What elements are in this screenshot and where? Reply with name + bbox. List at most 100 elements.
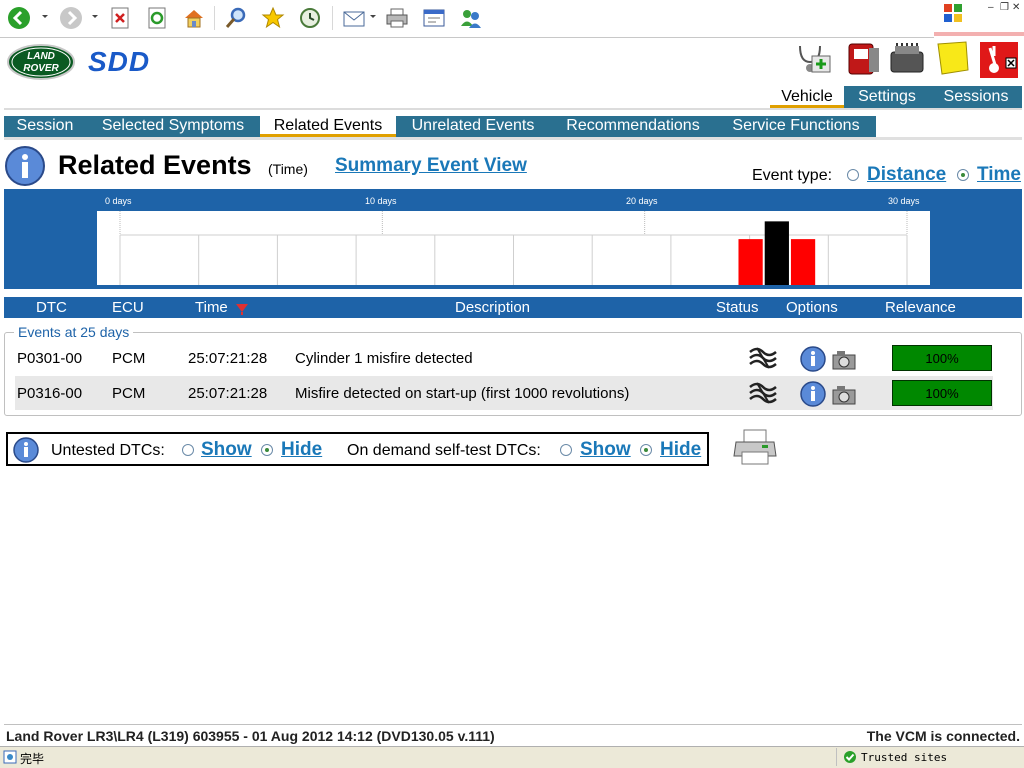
stop-icon[interactable] bbox=[107, 5, 133, 31]
tab-related-events[interactable]: Related Events bbox=[260, 116, 396, 137]
relevance-bar: 100% bbox=[892, 380, 992, 406]
column-relevance[interactable]: Relevance bbox=[885, 299, 956, 316]
tab-settings-label: Settings bbox=[858, 88, 916, 105]
page-title: Related Events bbox=[58, 150, 252, 180]
event-bar-day-26[interactable] bbox=[790, 239, 816, 285]
browser-toolbar bbox=[0, 0, 1024, 38]
history-icon[interactable] bbox=[297, 5, 323, 31]
security-zone-text: Trusted sites bbox=[861, 751, 948, 764]
section-divider-bottom bbox=[4, 137, 1022, 140]
event-bar-day-24[interactable] bbox=[738, 239, 763, 285]
vcm-interface-icon[interactable] bbox=[889, 42, 925, 83]
event-type-time-link[interactable]: Time bbox=[977, 164, 1021, 186]
trusted-check-icon bbox=[843, 750, 857, 767]
sort-descending-icon[interactable] bbox=[235, 302, 249, 319]
relevance-value: 100% bbox=[925, 386, 959, 401]
relevance-value: 100% bbox=[925, 351, 959, 366]
messenger-icon[interactable] bbox=[458, 5, 484, 31]
info-icon bbox=[4, 145, 48, 192]
favorites-icon[interactable] bbox=[260, 5, 286, 31]
tick-label-30: 30 days bbox=[888, 196, 920, 206]
untested-hide-link[interactable]: Hide bbox=[281, 439, 322, 461]
table-row[interactable]: P0301-00 PCM 25:07:21:28 Cylinder 1 misf… bbox=[15, 341, 993, 375]
back-dropdown-icon[interactable] bbox=[42, 15, 48, 18]
row-time: 25:07:21:28 bbox=[188, 350, 268, 367]
diagnostic-tool-icon[interactable] bbox=[843, 40, 881, 83]
events-group: P0301-00 PCM 25:07:21:28 Cylinder 1 misf… bbox=[4, 332, 1022, 416]
window-controls: ‒ ❐ ✕ bbox=[934, 0, 1024, 38]
tab-session[interactable]: Session bbox=[4, 116, 86, 137]
ondemand-hide-link[interactable]: Hide bbox=[660, 439, 701, 461]
untested-show-link[interactable]: Show bbox=[201, 439, 252, 461]
footer-divider bbox=[4, 724, 1022, 725]
row-dtc: P0301-00 bbox=[17, 350, 83, 367]
event-type-distance-radio[interactable] bbox=[847, 169, 859, 181]
dtc-filter-box: Untested DTCs: Show Hide On demand self-… bbox=[6, 432, 709, 466]
row-description: Cylinder 1 misfire detected bbox=[295, 350, 473, 367]
event-bar-day-25[interactable] bbox=[764, 221, 789, 285]
column-description[interactable]: Description bbox=[455, 299, 530, 316]
forward-icon[interactable] bbox=[58, 5, 84, 31]
edit-icon[interactable] bbox=[421, 5, 447, 31]
svg-text:LAND: LAND bbox=[27, 51, 55, 62]
tick-label-10: 10 days bbox=[365, 196, 397, 206]
freeze-frame-camera-icon[interactable] bbox=[831, 384, 857, 410]
tab-unrelated-events[interactable]: Unrelated Events bbox=[396, 116, 550, 137]
table-row[interactable]: P0316-00 PCM 25:07:21:28 Misfire detecte… bbox=[15, 376, 993, 410]
row-dtc: P0316-00 bbox=[17, 385, 83, 402]
tab-sessions-label: Sessions bbox=[943, 88, 1009, 105]
tab-recommendations[interactable]: Recommendations bbox=[550, 116, 716, 137]
search-icon[interactable] bbox=[223, 5, 249, 31]
home-icon[interactable] bbox=[181, 5, 207, 31]
health-check-icon[interactable] bbox=[796, 42, 834, 83]
tab-unrelated-events-label: Unrelated Events bbox=[411, 117, 535, 134]
back-icon[interactable] bbox=[6, 5, 32, 31]
refresh-icon[interactable] bbox=[144, 5, 170, 31]
notes-icon[interactable] bbox=[934, 40, 972, 83]
summary-event-view-link[interactable]: Summary Event View bbox=[335, 155, 527, 177]
untested-show-radio[interactable] bbox=[182, 444, 194, 456]
mail-icon[interactable] bbox=[341, 5, 367, 31]
print-icon[interactable] bbox=[384, 5, 410, 31]
column-status[interactable]: Status bbox=[716, 299, 759, 316]
events-table-header: DTC ECU Time Description Status Options … bbox=[4, 297, 1022, 318]
tab-vehicle[interactable]: Vehicle bbox=[770, 86, 844, 108]
tab-settings[interactable]: Settings bbox=[844, 86, 930, 108]
forward-dropdown-icon[interactable] bbox=[92, 15, 98, 18]
page-status-text: 完毕 bbox=[20, 752, 45, 766]
app-name: SDD bbox=[88, 46, 151, 77]
column-options[interactable]: Options bbox=[786, 299, 838, 316]
restore-icon[interactable]: ❐ bbox=[1000, 2, 1009, 13]
tab-selected-symptoms[interactable]: Selected Symptoms bbox=[86, 116, 260, 137]
close-icon[interactable]: ✕ bbox=[1012, 2, 1020, 13]
top-navigation: Vehicle Settings Sessions bbox=[0, 86, 1024, 108]
chart-bars bbox=[738, 221, 816, 285]
section-navigation: Session Selected Symptoms Related Events… bbox=[4, 116, 1024, 137]
chart-plot-area bbox=[97, 211, 930, 285]
details-info-icon[interactable] bbox=[799, 345, 827, 377]
print-report-icon[interactable] bbox=[732, 428, 778, 471]
minimize-icon[interactable]: ‒ bbox=[988, 2, 994, 13]
tab-recommendations-label: Recommendations bbox=[566, 117, 700, 134]
event-type-distance-link[interactable]: Distance bbox=[867, 164, 946, 186]
column-ecu[interactable]: ECU bbox=[112, 299, 144, 316]
ondemand-hide-radio[interactable] bbox=[640, 444, 652, 456]
tab-service-functions[interactable]: Service Functions bbox=[716, 116, 876, 137]
details-info-icon[interactable] bbox=[799, 380, 827, 412]
ondemand-show-radio[interactable] bbox=[560, 444, 572, 456]
tick-label-20: 20 days bbox=[626, 196, 658, 206]
svg-text:ROVER: ROVER bbox=[23, 63, 59, 74]
untested-dtcs-label: Untested DTCs: bbox=[51, 442, 165, 459]
column-dtc[interactable]: DTC bbox=[36, 299, 67, 316]
mail-dropdown-icon[interactable] bbox=[370, 15, 376, 18]
ondemand-show-link[interactable]: Show bbox=[580, 439, 631, 461]
freeze-frame-camera-icon[interactable] bbox=[831, 349, 857, 375]
tab-sessions[interactable]: Sessions bbox=[930, 86, 1022, 108]
column-time[interactable]: Time bbox=[195, 299, 228, 316]
event-type-time-radio[interactable] bbox=[957, 169, 969, 181]
exit-session-icon[interactable] bbox=[978, 40, 1020, 85]
untested-hide-radio[interactable] bbox=[261, 444, 273, 456]
status-intermittent-icon bbox=[747, 344, 779, 376]
status-intermittent-icon bbox=[747, 379, 779, 411]
ondemand-dtcs-label: On demand self-test DTCs: bbox=[347, 442, 541, 459]
